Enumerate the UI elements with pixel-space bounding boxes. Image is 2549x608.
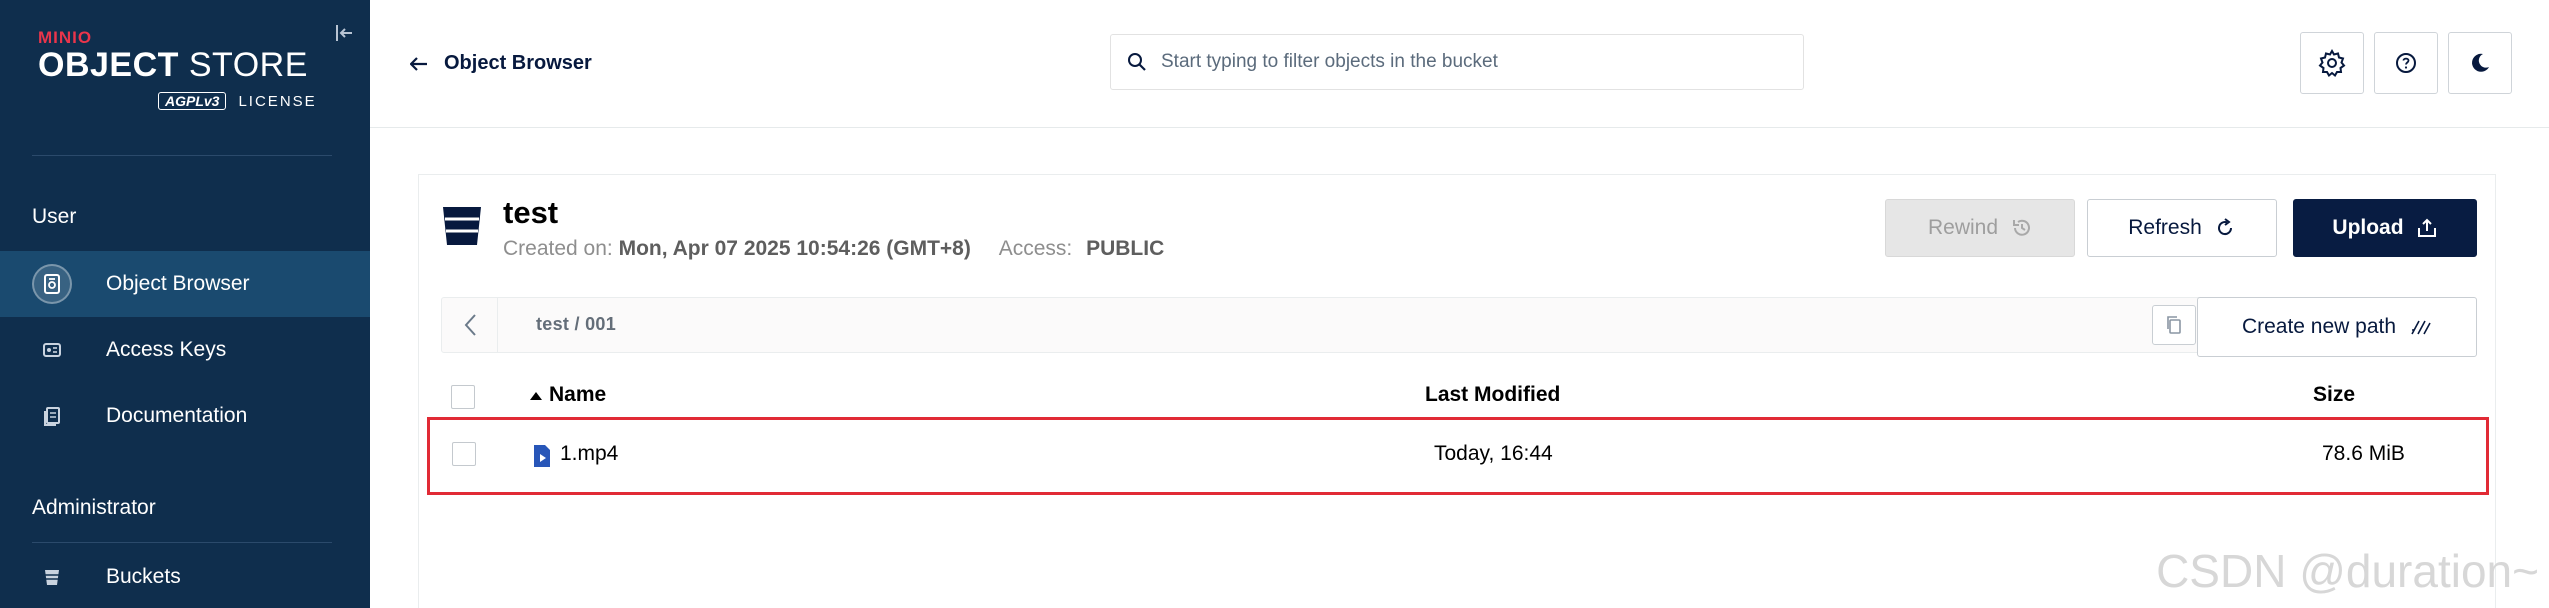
column-name-header[interactable]: Name bbox=[529, 383, 606, 407]
bucket-meta: Created on: Mon, Apr 07 2025 10:54:26 (G… bbox=[503, 237, 1165, 260]
upload-button[interactable]: Upload bbox=[2293, 199, 2477, 257]
search-box[interactable] bbox=[1110, 34, 1804, 90]
logo-title: OBJECT STORE bbox=[38, 46, 308, 84]
column-last-modified-header[interactable]: Last Modified bbox=[1425, 383, 1560, 407]
rewind-button[interactable]: Rewind bbox=[1885, 199, 2075, 257]
moon-icon bbox=[2472, 53, 2489, 72]
dark-mode-button[interactable] bbox=[2448, 32, 2512, 94]
help-icon bbox=[2396, 53, 2416, 73]
section-administrator: Administrator bbox=[32, 496, 156, 519]
search-input[interactable] bbox=[1161, 51, 1781, 73]
watermark: CSDN @duration~ bbox=[2156, 545, 2539, 597]
sidebar-item-label: Access Keys bbox=[106, 338, 227, 361]
table-header: Name Last Modified Size bbox=[433, 373, 2483, 413]
collapse-sidebar-icon[interactable] bbox=[334, 22, 356, 44]
arrow-left-icon bbox=[410, 56, 427, 71]
copy-path-button[interactable] bbox=[2152, 305, 2196, 345]
page-header: Object Browser bbox=[370, 0, 2549, 128]
object-last-modified: Today, 16:44 bbox=[1434, 442, 1553, 465]
breadcrumb-back-button[interactable] bbox=[442, 298, 498, 352]
object-name[interactable]: 1.mp4 bbox=[560, 442, 618, 466]
help-button[interactable] bbox=[2374, 32, 2438, 94]
buckets-icon bbox=[32, 557, 72, 597]
sidebar-item-documentation[interactable]: Documentation bbox=[0, 383, 370, 449]
video-file-icon bbox=[534, 445, 550, 467]
sidebar-item-label: Object Browser bbox=[106, 272, 250, 295]
sort-asc-icon bbox=[530, 392, 542, 400]
chevron-left-icon bbox=[464, 314, 476, 336]
sidebar-item-label: Documentation bbox=[106, 404, 248, 427]
sidebar: MINIO OBJECT STORE AGPLv3 LICENSE User O… bbox=[0, 0, 370, 608]
search-icon bbox=[1128, 53, 1146, 71]
sidebar-divider bbox=[32, 542, 332, 543]
gear-icon bbox=[2318, 48, 2346, 78]
back-to-object-browser[interactable]: Object Browser bbox=[410, 52, 592, 75]
sidebar-item-object-browser[interactable]: Object Browser bbox=[0, 251, 370, 317]
access-value: PUBLIC bbox=[1086, 237, 1165, 260]
access-keys-icon bbox=[32, 330, 72, 370]
bucket-name: test bbox=[503, 195, 559, 230]
new-path-icon bbox=[2411, 320, 2431, 335]
breadcrumb: test / 001 bbox=[441, 297, 2231, 353]
sidebar-divider bbox=[32, 155, 332, 156]
object-browser-icon bbox=[32, 264, 72, 304]
bucket-panel: test Created on: Mon, Apr 07 2025 10:54:… bbox=[418, 174, 2496, 608]
settings-button[interactable] bbox=[2300, 32, 2364, 94]
back-label: Object Browser bbox=[444, 52, 592, 74]
upload-icon bbox=[2417, 218, 2436, 237]
sidebar-item-buckets[interactable]: Buckets bbox=[0, 544, 370, 608]
logo-brand: MINIO bbox=[38, 28, 93, 47]
sidebar-item-access-keys[interactable]: Access Keys bbox=[0, 317, 370, 383]
bucket-icon bbox=[443, 207, 481, 245]
object-size: 78.6 MiB bbox=[2322, 442, 2405, 465]
license-badge: AGPLv3 LICENSE bbox=[158, 92, 317, 110]
refresh-icon bbox=[2217, 218, 2232, 236]
table-row[interactable]: 1.mp4 Today, 16:44 78.6 MiB bbox=[427, 417, 2489, 495]
column-size-header[interactable]: Size bbox=[2313, 383, 2355, 407]
select-all-checkbox[interactable] bbox=[451, 385, 475, 409]
minio-logo[interactable]: MINIO OBJECT STORE AGPLv3 LICENSE bbox=[38, 28, 338, 110]
created-date: Mon, Apr 07 2025 10:54:26 (GMT+8) bbox=[618, 237, 971, 260]
create-new-path-button[interactable]: Create new path bbox=[2197, 297, 2477, 357]
sidebar-item-label: Buckets bbox=[106, 565, 181, 588]
copy-icon bbox=[2167, 316, 2181, 334]
refresh-button[interactable]: Refresh bbox=[2087, 199, 2277, 257]
history-icon bbox=[2013, 219, 2030, 236]
documentation-icon bbox=[32, 396, 72, 436]
row-checkbox[interactable] bbox=[452, 442, 476, 466]
section-user: User bbox=[32, 205, 77, 228]
breadcrumb-path[interactable]: test / 001 bbox=[536, 314, 616, 335]
